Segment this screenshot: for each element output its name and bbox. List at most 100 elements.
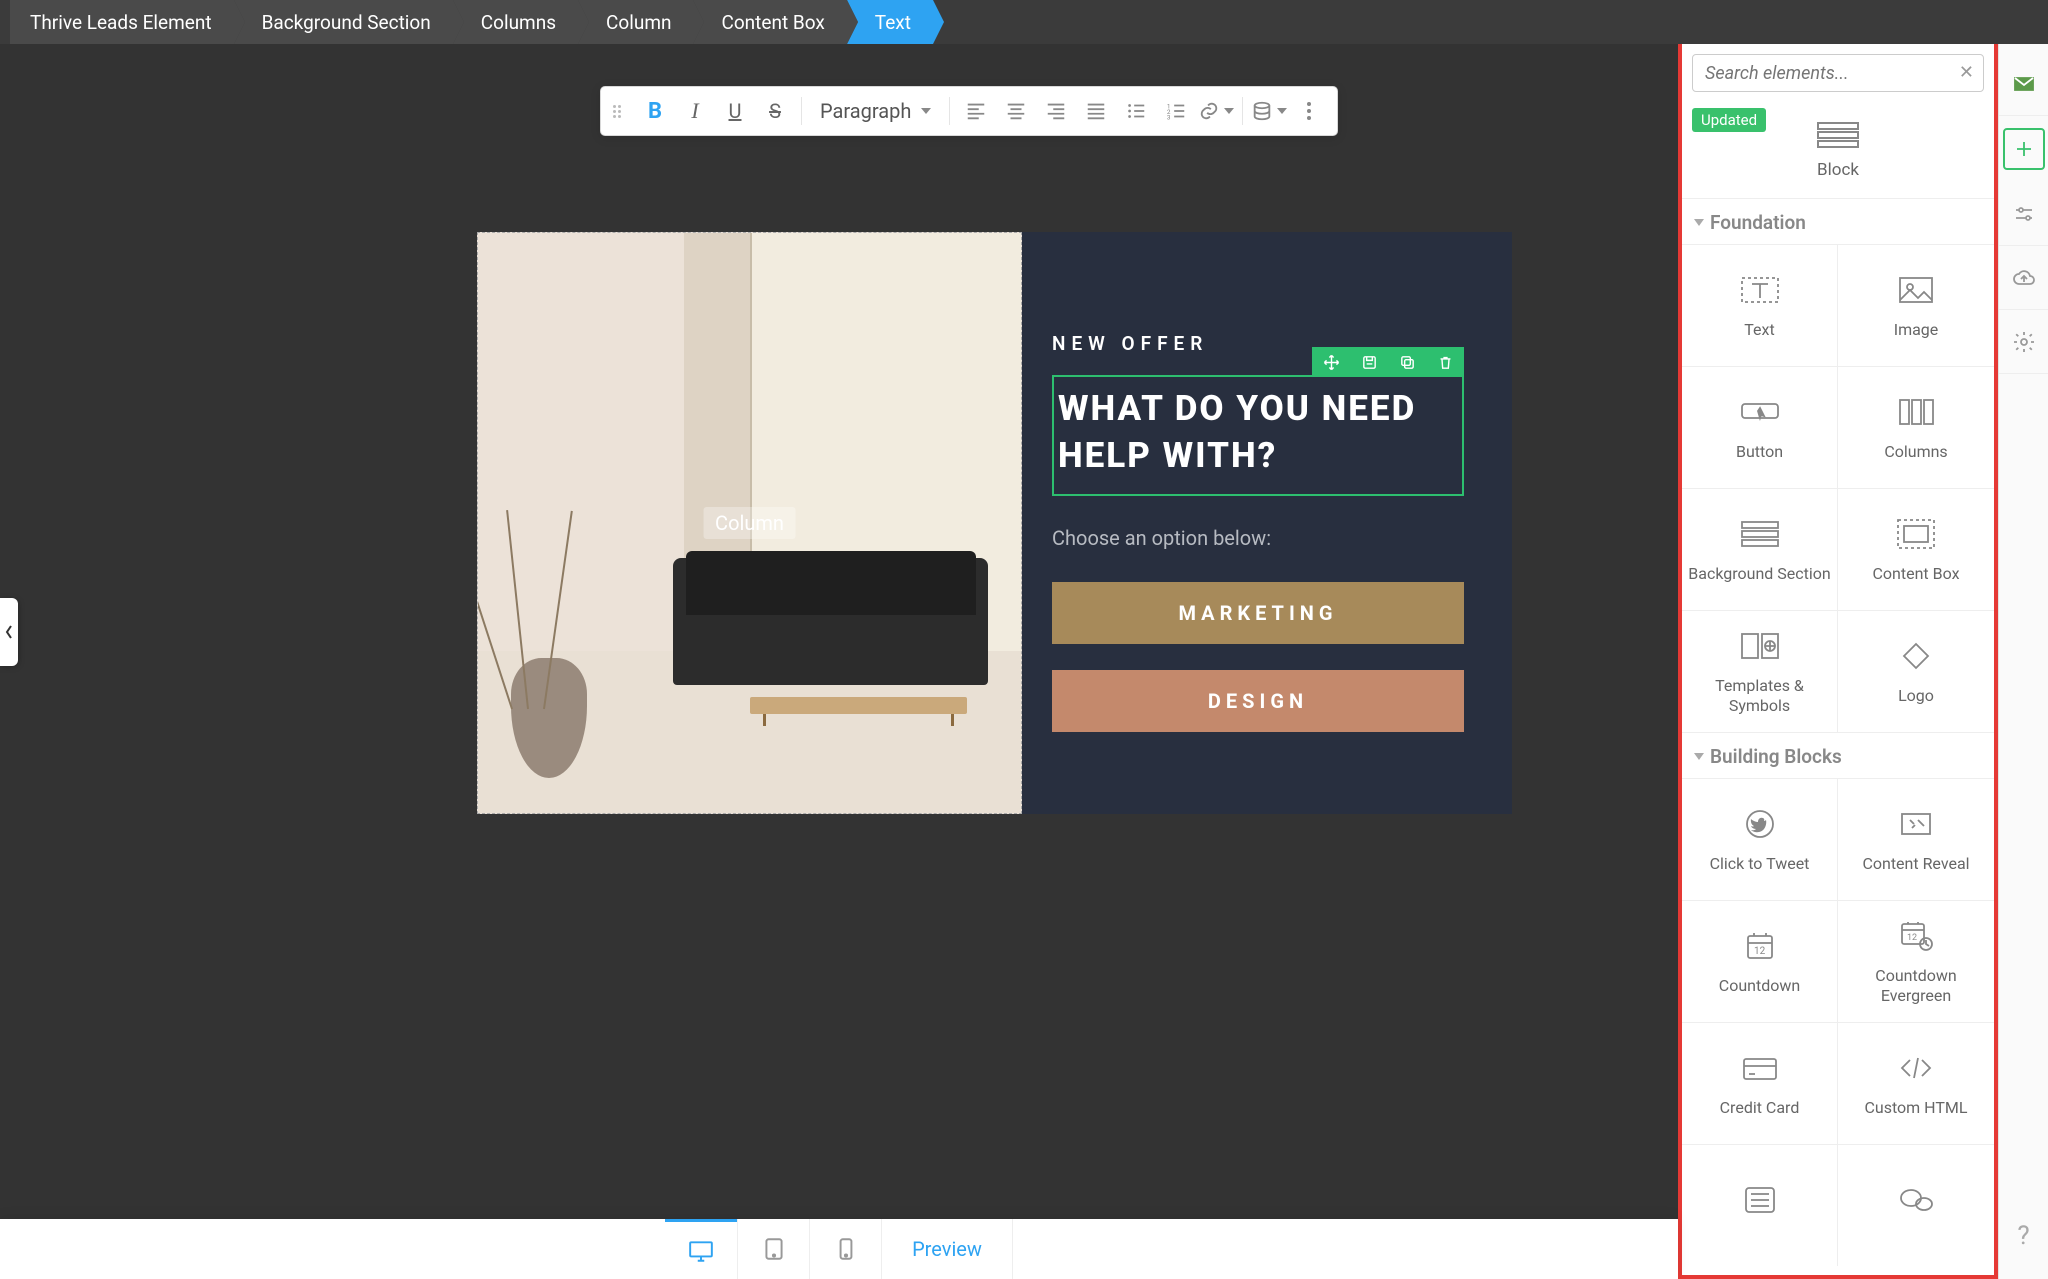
- element-action-bar: [1312, 347, 1464, 377]
- element-columns[interactable]: Columns: [1838, 366, 1994, 488]
- image-icon: [1894, 272, 1938, 308]
- paragraph-style-select[interactable]: Paragraph: [808, 99, 943, 123]
- settings-sliders-button[interactable]: [1999, 182, 2048, 246]
- element-text[interactable]: Text: [1682, 244, 1838, 366]
- form-preview: Column NEW OFFER WHAT DO Y: [477, 232, 1512, 814]
- breadcrumb-item[interactable]: Thrive Leads Element: [10, 0, 234, 44]
- bold-button[interactable]: B: [635, 91, 675, 131]
- mail-icon-button[interactable]: [1999, 52, 2048, 116]
- element-custom-html[interactable]: Custom HTML: [1838, 1022, 1994, 1144]
- marketing-button[interactable]: MARKETING: [1052, 582, 1464, 644]
- tweet-icon: [1738, 806, 1782, 842]
- breadcrumb-item-active[interactable]: Text: [847, 0, 933, 44]
- save-element-button[interactable]: [1350, 347, 1388, 377]
- countdown-icon: 12: [1738, 928, 1782, 964]
- featured-element-label: Block: [1817, 160, 1859, 180]
- toolbar-drag-handle[interactable]: [609, 105, 625, 118]
- text-format-toolbar: B I U S Paragraph 123: [600, 86, 1338, 136]
- help-button[interactable]: ?: [1999, 1209, 2048, 1263]
- mobile-view-button[interactable]: [809, 1219, 881, 1279]
- desktop-view-button[interactable]: [665, 1219, 737, 1279]
- button-icon: [1738, 394, 1782, 430]
- breadcrumb-item[interactable]: Content Box: [693, 0, 846, 44]
- heading-text[interactable]: WHAT DO YOU NEED HELP WITH?: [1058, 385, 1452, 480]
- editor-canvas: B I U S Paragraph 123: [0, 44, 1678, 1279]
- data-button[interactable]: [1249, 91, 1289, 131]
- cloud-save-button[interactable]: [1999, 246, 2048, 310]
- element-content-box[interactable]: Content Box: [1838, 488, 1994, 610]
- element-logo[interactable]: Logo: [1838, 610, 1994, 732]
- move-element-button[interactable]: [1312, 347, 1350, 377]
- form-content-column: NEW OFFER WHAT DO YOU NEED HELP WITH? Ch…: [1022, 232, 1512, 814]
- chevron-down-icon: [921, 108, 931, 114]
- breadcrumb-item[interactable]: Background Section: [234, 0, 453, 44]
- elements-search-wrap: ✕: [1682, 44, 1994, 98]
- duplicate-element-button[interactable]: [1388, 347, 1426, 377]
- add-element-button[interactable]: [2003, 128, 2045, 170]
- form-image-column[interactable]: Column: [477, 232, 1022, 814]
- viewport-bar: Preview: [0, 1219, 1678, 1279]
- strikethrough-button[interactable]: S: [755, 91, 795, 131]
- svg-text:12: 12: [1754, 946, 1766, 957]
- link-button[interactable]: [1196, 91, 1236, 131]
- align-justify-button[interactable]: [1076, 91, 1116, 131]
- block-icon: [1816, 120, 1860, 150]
- bullet-list-button[interactable]: [1116, 91, 1156, 131]
- delete-element-button[interactable]: [1426, 347, 1464, 377]
- templates-icon: [1738, 628, 1782, 664]
- heading-selected[interactable]: WHAT DO YOU NEED HELP WITH?: [1052, 375, 1464, 496]
- gear-icon-button[interactable]: [1999, 310, 2048, 374]
- element-content-reveal[interactable]: Content Reveal: [1838, 778, 1994, 900]
- preview-button[interactable]: Preview: [881, 1219, 1013, 1279]
- tablet-view-button[interactable]: [737, 1219, 809, 1279]
- right-rail: ?: [1998, 44, 2048, 1279]
- element-credit-card[interactable]: Credit Card: [1682, 1022, 1838, 1144]
- svg-text:3: 3: [1167, 113, 1171, 121]
- foundation-title: Foundation: [1710, 211, 1806, 234]
- element-countdown-evergreen[interactable]: 12Countdown Evergreen: [1838, 900, 1994, 1022]
- element-templates-symbols[interactable]: Templates & Symbols: [1682, 610, 1838, 732]
- chevron-down-icon: [1694, 753, 1704, 760]
- countdown-evergreen-icon: 12: [1894, 918, 1938, 954]
- element-background-section[interactable]: Background Section: [1682, 488, 1838, 610]
- updated-badge: Updated: [1692, 108, 1766, 132]
- content-box-icon: [1894, 516, 1938, 552]
- custom-html-icon: [1894, 1050, 1938, 1086]
- left-panel-expand-handle[interactable]: [0, 598, 18, 666]
- element-button[interactable]: Button: [1682, 366, 1838, 488]
- elements-search-input[interactable]: [1692, 54, 1984, 92]
- new-offer-text: NEW OFFER: [1052, 332, 1208, 355]
- breadcrumb-item[interactable]: Columns: [453, 0, 578, 44]
- text-icon: [1738, 272, 1782, 308]
- italic-button[interactable]: I: [675, 91, 715, 131]
- design-button[interactable]: DESIGN: [1052, 670, 1464, 732]
- underline-button[interactable]: U: [715, 91, 755, 131]
- chat-icon: [1894, 1182, 1938, 1218]
- element-extra-1[interactable]: [1682, 1144, 1838, 1266]
- ordered-list-button[interactable]: 123: [1156, 91, 1196, 131]
- subtitle-text[interactable]: Choose an option below:: [1052, 526, 1464, 550]
- align-center-button[interactable]: [996, 91, 1036, 131]
- element-extra-2[interactable]: [1838, 1144, 1994, 1266]
- featured-element[interactable]: Updated Block: [1682, 98, 1994, 198]
- credit-card-icon: [1738, 1050, 1782, 1086]
- columns-icon: [1894, 394, 1938, 430]
- building-blocks-title: Building Blocks: [1710, 745, 1842, 768]
- building-blocks-section-header[interactable]: Building Blocks: [1682, 732, 1994, 778]
- more-options-button[interactable]: [1289, 91, 1329, 131]
- background-section-icon: [1738, 516, 1782, 552]
- element-click-to-tweet[interactable]: Click to Tweet: [1682, 778, 1838, 900]
- foundation-section-header[interactable]: Foundation: [1682, 198, 1994, 244]
- column-placeholder: Column: [703, 507, 796, 539]
- logo-icon: [1894, 638, 1938, 674]
- align-right-button[interactable]: [1036, 91, 1076, 131]
- elements-panel: ✕ Updated Block Foundation Text Image Bu…: [1678, 44, 1998, 1279]
- align-left-button[interactable]: [956, 91, 996, 131]
- new-offer-badge: NEW OFFER: [1052, 332, 1208, 355]
- element-image[interactable]: Image: [1838, 244, 1994, 366]
- clear-search-icon[interactable]: ✕: [1959, 62, 1974, 83]
- breadcrumb-item[interactable]: Column: [578, 0, 693, 44]
- list-icon: [1738, 1182, 1782, 1218]
- chevron-down-icon: [1694, 219, 1704, 226]
- element-countdown[interactable]: 12Countdown: [1682, 900, 1838, 1022]
